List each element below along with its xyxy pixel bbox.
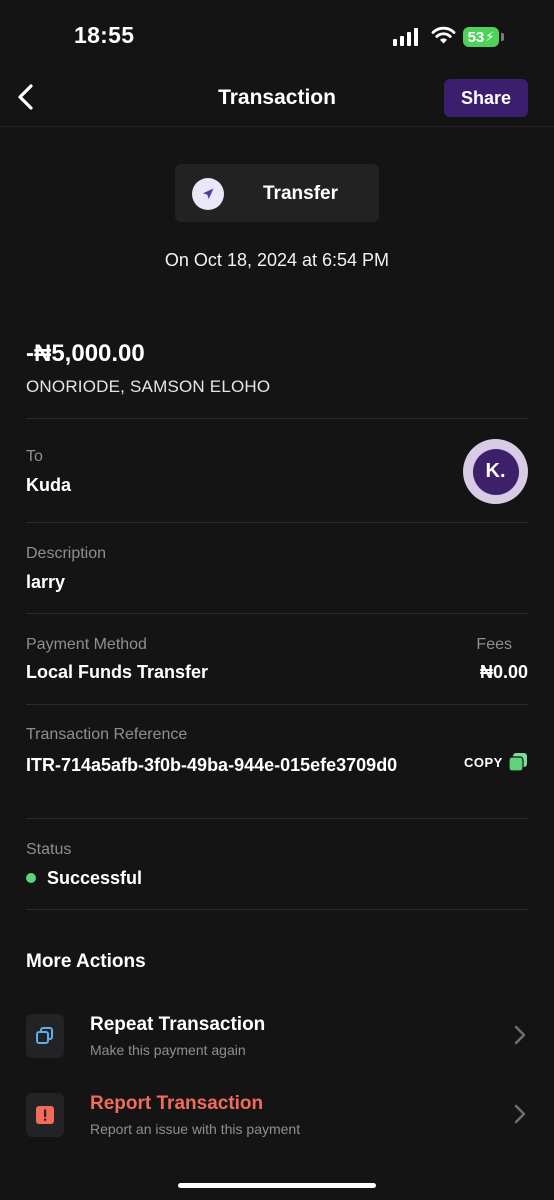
reference-label: Transaction Reference xyxy=(26,726,188,743)
counterparty-name: ONORIODE, SAMSON ELOHO xyxy=(26,377,271,396)
share-button[interactable]: Share xyxy=(444,79,528,117)
status-time: 18:55 xyxy=(74,22,135,48)
battery-icon: 53 ⚡ xyxy=(463,27,499,47)
transaction-type-label: Transfer xyxy=(263,183,338,204)
repeat-transaction-item[interactable]: Repeat Transaction Make this payment aga… xyxy=(26,1001,528,1067)
cellular-signal-icon xyxy=(393,28,418,46)
to-value: Kuda xyxy=(26,475,71,495)
charging-bolt-icon: ⚡ xyxy=(485,29,495,44)
bank-logo: K. xyxy=(463,439,528,504)
reference-value: ITR-714a5afb-3f0b-49ba-944e-015efe3709d0 xyxy=(26,755,398,775)
divider xyxy=(26,418,528,419)
home-indicator[interactable] xyxy=(178,1183,376,1188)
alert-icon xyxy=(26,1093,64,1137)
chevron-right-icon xyxy=(514,1025,526,1045)
status-dot xyxy=(26,873,36,883)
report-transaction-title: Report Transaction xyxy=(90,1093,264,1114)
transaction-date: On Oct 18, 2024 at 6:54 PM xyxy=(164,250,390,270)
report-transaction-subtitle: Report an issue with this payment xyxy=(90,1121,301,1137)
header-divider xyxy=(0,126,554,127)
copy-icon xyxy=(26,1014,64,1058)
battery-level: 53 xyxy=(467,28,485,46)
repeat-transaction-title: Repeat Transaction xyxy=(90,1014,266,1035)
copy-icon[interactable] xyxy=(508,752,528,772)
report-transaction-item[interactable]: Report Transaction Report an issue with … xyxy=(26,1080,528,1146)
transaction-amount: -₦5,000.00 xyxy=(26,340,145,367)
status-value: Successful xyxy=(47,868,143,888)
send-arrow-icon xyxy=(192,178,224,210)
copy-button[interactable]: COPY xyxy=(464,755,503,770)
to-label: To xyxy=(26,448,43,465)
divider xyxy=(26,613,528,614)
bank-logo-mark: K. xyxy=(472,448,519,495)
wifi-icon xyxy=(431,26,456,44)
divider xyxy=(26,704,528,705)
description-value: larry xyxy=(26,572,66,592)
divider xyxy=(26,909,528,910)
more-actions-heading: More Actions xyxy=(26,951,146,972)
status-label: Status xyxy=(26,841,72,858)
battery-cap xyxy=(501,33,504,41)
fees-label: Fees xyxy=(476,636,512,653)
divider xyxy=(26,818,528,819)
fees-value: ₦0.00 xyxy=(479,662,528,682)
description-label: Description xyxy=(26,545,107,562)
repeat-transaction-subtitle: Make this payment again xyxy=(90,1042,246,1058)
chevron-right-icon xyxy=(514,1104,526,1124)
payment-method-value: Local Funds Transfer xyxy=(26,662,209,682)
divider xyxy=(26,522,528,523)
payment-method-label: Payment Method xyxy=(26,636,147,653)
